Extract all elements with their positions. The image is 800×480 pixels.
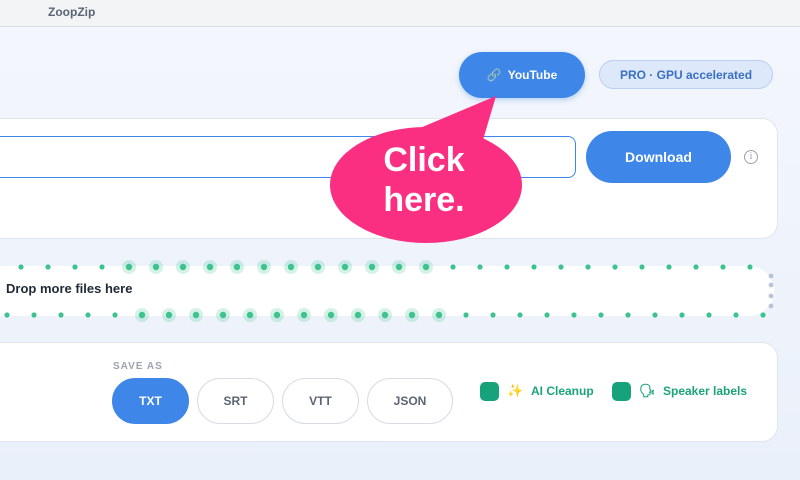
click-here-callout xyxy=(330,96,522,243)
callout-line-1: Click xyxy=(383,141,465,179)
callout-text: Click here. xyxy=(372,140,476,220)
callout-line-2: here. xyxy=(383,181,465,219)
